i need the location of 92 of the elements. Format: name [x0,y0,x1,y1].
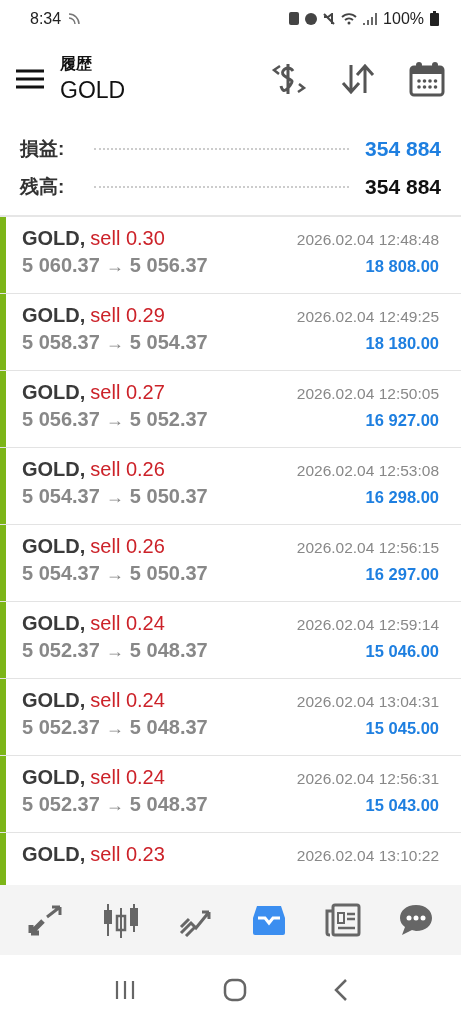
open-price: 5 052.37 [22,639,100,661]
deal-symbol: GOLD, [22,227,86,249]
deal-side: sell 0.24 [90,689,165,711]
deal-time: 2026.02.04 12:49:25 [296,308,439,326]
deal-row[interactable]: GOLD, sell 0.27 2026.02.04 12:50:05 5 056.37 → 5 052.37 16 927.00 [0,371,461,448]
deal-time: 2026.02.04 12:53:08 [296,462,439,480]
price-arrow: → [105,641,124,661]
deal-profit: 15 045.00 [365,719,439,738]
deal-side: sell 0.24 [90,766,165,788]
price-arrow: → [105,487,124,507]
deal-time: 2026.02.04 12:56:31 [296,770,439,788]
close-price: 5 048.37 [129,793,208,815]
deal-row[interactable]: GOLD, sell 0.24 2026.02.04 12:59:14 5 052.37 → 5 048.37 15 046.00 [0,602,461,679]
history-tab[interactable] [251,904,288,936]
open-price: 5 052.37 [22,793,100,815]
deal-side: sell 0.30 [90,227,165,249]
home-button[interactable] [222,977,247,1002]
price-arrow: → [105,718,124,738]
deal-row[interactable]: GOLD, sell 0.29 2026.02.04 12:49:25 5 058.37 → 5 054.37 18 180.00 [0,294,461,371]
menu-button[interactable] [16,69,44,89]
deal-time: 2026.02.04 12:50:05 [296,385,439,403]
price-arrow: → [105,333,124,353]
battery-percent: 100% [383,9,424,28]
status-time: 8:34 [30,9,62,28]
sort-button[interactable] [341,63,375,95]
signal-icon [363,12,378,25]
deal-symbol: GOLD, [22,535,86,557]
news-tab[interactable] [324,903,361,937]
deal-symbol: GOLD, [22,689,86,711]
deal-symbol: GOLD, [22,843,86,865]
open-price: 5 052.37 [22,716,100,738]
deal-time: 2026.02.04 12:59:14 [296,616,439,634]
deal-profit: 16 927.00 [365,411,439,430]
deal-time: 2026.02.04 12:56:15 [296,539,439,557]
price-arrow: → [105,410,124,430]
close-price: 5 050.37 [129,562,208,584]
close-price: 5 054.37 [129,331,208,353]
close-price: 5 048.37 [129,639,208,661]
screen-title: 履歴 [60,54,93,74]
deal-profit: 15 046.00 [365,642,439,661]
price-arrow: → [105,564,124,584]
open-price: 5 054.37 [22,485,100,507]
summary-value: 354 884 [365,175,441,199]
price-arrow: → [105,795,124,815]
deal-symbol: GOLD, [22,381,86,403]
deal-side: sell 0.29 [90,304,165,326]
deal-time: 2026.02.04 12:48:48 [296,231,439,249]
deal-profit: 15 043.00 [365,796,439,815]
deal-row[interactable]: GOLD, sell 0.24 2026.02.04 12:56:31 5 052.37 → 5 048.37 15 043.00 [0,756,461,833]
wifi-icon [341,12,358,25]
deal-row[interactable]: GOLD, sell 0.30 2026.02.04 12:48:48 5 060.37 → 5 056.37 18 808.00 [0,217,461,294]
deal-row[interactable]: GOLD, sell 0.24 2026.02.04 13:04:31 5 052.37 → 5 048.37 15 045.00 [0,679,461,756]
deal-side: sell 0.26 [90,535,165,557]
symbol-name: GOLD [60,77,127,104]
deal-symbol: GOLD, [22,304,86,326]
deal-symbol: GOLD, [22,766,86,788]
summary-label: 損益: [20,137,65,161]
deal-profit: 16 297.00 [365,565,439,584]
deal-profit: 18 808.00 [365,257,439,276]
mute-icon [323,12,336,25]
summary-value: 354 884 [365,137,441,161]
deal-side: sell 0.27 [90,381,165,403]
currency-exchange-button[interactable] [271,62,307,96]
deal-side: sell 0.26 [90,458,165,480]
open-price: 5 058.37 [22,331,100,353]
close-price: 5 050.37 [129,485,208,507]
nfc-icon [67,11,82,26]
deal-side: sell 0.23 [90,843,165,865]
deal-symbol: GOLD, [22,612,86,634]
close-price: 5 048.37 [129,716,208,738]
open-price: 5 060.37 [22,254,100,276]
deal-time: 2026.02.04 13:10:22 [296,847,439,865]
deal-symbol: GOLD, [22,458,86,480]
deal-profit: 18 180.00 [365,334,439,353]
quotes-tab[interactable] [26,903,65,937]
close-price: 5 056.37 [129,254,208,276]
close-price: 5 052.37 [129,408,208,430]
recent-apps-button[interactable] [113,978,136,1001]
summary-label: 残高: [20,175,65,199]
deal-side: sell 0.24 [90,612,165,634]
chart-tab[interactable] [102,902,141,938]
battery-icon [430,11,439,26]
deal-time: 2026.02.04 13:04:31 [296,693,439,711]
deal-profit: 16 298.00 [365,488,439,507]
calendar-button[interactable] [409,61,445,97]
price-arrow: → [105,256,124,276]
open-price: 5 054.37 [22,562,100,584]
deal-row[interactable]: GOLD, sell 0.26 2026.02.04 12:56:15 5 054.37 → 5 050.37 16 297.00 [0,525,461,602]
back-button[interactable] [333,977,348,1002]
deal-row[interactable]: GOLD, sell 0.26 2026.02.04 12:53:08 5 054.37 → 5 050.37 16 298.00 [0,448,461,525]
chat-tab[interactable] [398,903,435,937]
open-price: 5 056.37 [22,408,100,430]
